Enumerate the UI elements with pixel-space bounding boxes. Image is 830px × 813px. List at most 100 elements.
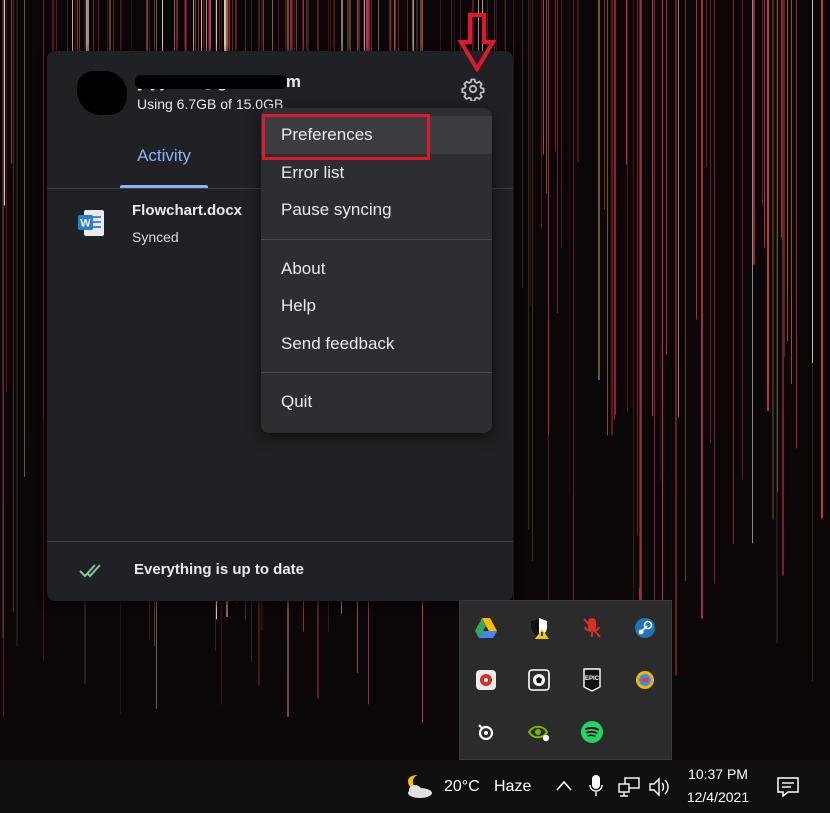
wallpaper-streak — [4, 0, 5, 206]
wallpaper-streak — [532, 0, 533, 561]
wallpaper-streak — [742, 0, 743, 480]
wallpaper-streak — [791, 0, 792, 385]
tray-overflow: EPIC — [459, 600, 672, 760]
file-status: Synced — [132, 229, 179, 245]
microphone-icon[interactable] — [588, 774, 604, 798]
wallpaper-streak — [701, 0, 703, 619]
down-arrow-icon — [458, 13, 496, 72]
wallpaper-streak — [607, 0, 608, 436]
network-icon[interactable] — [617, 776, 641, 798]
settings-button[interactable] — [458, 74, 488, 104]
wallpaper-streak — [821, 0, 823, 519]
svg-text:W: W — [80, 218, 91, 230]
word-doc-icon: W — [78, 210, 104, 236]
wallpaper-streak — [557, 0, 558, 313]
bandicam-icon[interactable] — [473, 667, 499, 693]
wallpaper-streak — [678, 0, 679, 417]
wallpaper-streak — [767, 0, 769, 385]
menu-item-send-feedback[interactable]: Send feedback — [261, 325, 492, 363]
wallpaper-streak — [569, 0, 570, 496]
epic-games-icon[interactable]: EPIC — [579, 667, 605, 693]
wallpaper-streak — [706, 0, 707, 167]
wallpaper-streak — [530, 0, 531, 306]
wallpaper-streak — [543, 0, 544, 155]
wallpaper-streak — [654, 0, 655, 691]
wallpaper-streak — [764, 0, 765, 248]
wallpaper-streak — [639, 0, 640, 588]
wallpaper-streak — [675, 0, 677, 676]
wallpaper-streak — [752, 0, 753, 544]
weather-condition[interactable]: Haze — [494, 778, 531, 796]
footer-divider — [47, 541, 513, 542]
spotify-icon[interactable] — [579, 719, 605, 745]
menu-item-pause-syncing[interactable]: Pause syncing — [261, 191, 492, 229]
steelseries-icon[interactable] — [473, 719, 499, 745]
wallpaper-streak — [733, 0, 734, 545]
menu-item-help[interactable]: Help — [261, 287, 492, 325]
wallpaper-streak — [611, 0, 613, 436]
gear-icon — [461, 78, 485, 101]
menu-separator — [261, 238, 492, 240]
wallpaper-streak — [685, 0, 686, 582]
wallpaper-streak — [615, 0, 616, 415]
menu-item-about[interactable]: About — [261, 250, 492, 288]
weather-temperature[interactable]: 20°C — [444, 778, 480, 796]
menu-item-quit[interactable]: Quit — [261, 383, 492, 421]
wallpaper-streak — [784, 0, 785, 357]
wallpaper-streak — [541, 0, 542, 229]
menu-separator — [261, 372, 492, 373]
wallpaper-streak — [604, 0, 605, 210]
wallpaper-streak — [753, 0, 755, 265]
nvidia-icon[interactable] — [526, 719, 552, 745]
wallpaper-streak — [573, 0, 574, 654]
wallpaper-streak — [627, 0, 628, 412]
wallpaper-streak — [781, 0, 782, 238]
wallpaper-streak — [11, 0, 12, 164]
wallpaper-streak — [24, 0, 25, 477]
windows-security-warning-icon[interactable] — [526, 615, 552, 641]
soccer-ball-icon[interactable] — [526, 667, 552, 693]
microphone-muted-icon[interactable] — [579, 615, 605, 641]
wallpaper-streak — [528, 0, 529, 530]
wallpaper-streak — [652, 0, 653, 417]
taskbar: 20°C Haze 10:37 PM 12/4/2021 — [0, 760, 830, 813]
wallpaper-streak — [772, 0, 774, 520]
sync-status: Everything is up to date — [134, 561, 305, 578]
wallpaper-streak — [641, 0, 642, 601]
chevron-up-icon[interactable] — [554, 778, 574, 794]
tab-activity[interactable]: Activity — [120, 144, 208, 188]
wallpaper-streak — [522, 0, 523, 288]
wallpaper-streak — [762, 0, 763, 207]
wallpaper-streak — [43, 0, 44, 661]
wallpaper-streak — [637, 0, 638, 535]
steam-icon[interactable] — [632, 615, 658, 641]
wallpaper-streak — [561, 0, 562, 248]
wallpaper-streak — [787, 0, 788, 342]
wallpaper-streak — [614, 0, 615, 420]
wallpaper-streak — [6, 0, 7, 392]
wallpaper-streak — [782, 0, 784, 576]
wallpaper-streak — [777, 0, 778, 492]
clock-date[interactable]: 12/4/2021 — [680, 789, 756, 805]
avatar[interactable] — [77, 71, 127, 115]
file-name: Flowchart.docx — [132, 202, 243, 219]
clock-time[interactable]: 10:37 PM — [680, 766, 756, 782]
svg-text:EPIC: EPIC — [585, 676, 600, 682]
wallpaper-streak — [696, 0, 697, 320]
wallpaper-streak — [13, 0, 14, 612]
wallpaper-streak — [555, 0, 556, 152]
wallpaper-streak — [812, 0, 813, 363]
double-check-icon — [79, 564, 101, 578]
wallpaper-streak — [546, 0, 547, 194]
wallpaper-streak — [3, 0, 4, 718]
email-redaction — [135, 75, 287, 89]
volume-icon[interactable] — [648, 776, 672, 798]
wallpaper-streak — [660, 0, 661, 483]
moon-cloud-icon[interactable] — [402, 772, 434, 800]
language-bar-icon[interactable] — [632, 667, 658, 693]
wallpaper-streak — [779, 0, 780, 202]
storage-usage: Using 6.7GB of 15.0GB — [137, 96, 284, 112]
google-drive-icon[interactable] — [473, 615, 499, 641]
notification-icon[interactable] — [776, 775, 800, 799]
wallpaper-streak — [577, 0, 579, 163]
